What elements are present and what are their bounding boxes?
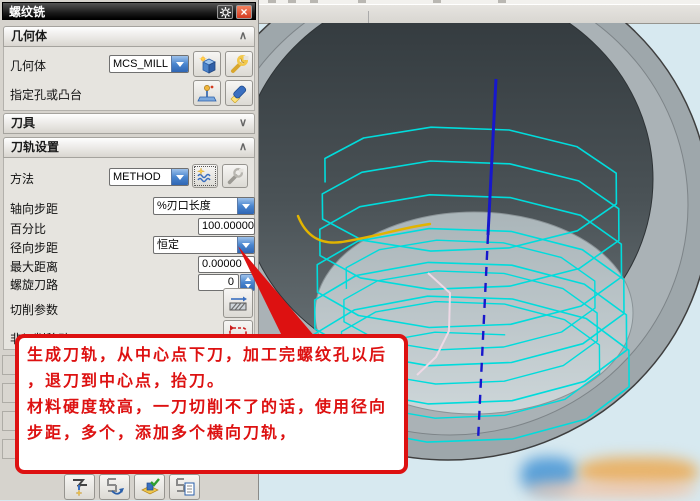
new-geometry-icon	[197, 54, 217, 74]
dropdown-arrow-icon[interactable]	[237, 198, 254, 214]
max-distance-label: 最大距离	[10, 258, 58, 275]
flashlight-icon	[229, 83, 249, 103]
dropdown-arrow-icon[interactable]	[171, 169, 188, 185]
specify-hole-button[interactable]	[193, 80, 221, 106]
radial-step-label: 径向步距	[10, 239, 58, 256]
new-geometry-button[interactable]	[193, 51, 221, 77]
new-method-button[interactable]	[192, 164, 218, 188]
cutting-params-label: 切削参数	[10, 301, 58, 318]
section-header-geometry[interactable]: 几何体 ∧	[3, 26, 255, 47]
replay-toolpath-button[interactable]	[99, 474, 130, 500]
specify-hole-label: 指定孔或凸台	[10, 86, 82, 103]
dropdown-arrow-icon[interactable]	[237, 237, 254, 253]
edit-method-button[interactable]	[222, 164, 248, 188]
select-object-icon	[197, 83, 217, 103]
generate-toolpath-icon	[69, 477, 91, 497]
edit-geometry-button[interactable]	[225, 51, 253, 77]
chevron-down-icon[interactable]: ∨	[239, 114, 247, 133]
list-toolpath-icon	[174, 477, 196, 497]
callout-line: 生成刀轨，从中心点下刀，加工完螺纹孔以后	[27, 343, 396, 369]
replay-toolpath-icon	[104, 477, 126, 497]
helical-passes-label: 螺旋刀路	[10, 276, 58, 293]
geometry-select[interactable]: MCS_MILL	[109, 55, 189, 73]
watermark-text-2	[528, 481, 696, 499]
callout-line: 步距，多个，添加多个横向刀轨，	[27, 421, 396, 447]
axial-step-label: 轴向步距	[10, 200, 58, 217]
verify-toolpath-button[interactable]	[134, 474, 165, 500]
section-header-tool[interactable]: 刀具 ∨	[3, 113, 255, 134]
dialog-settings-button[interactable]	[217, 5, 233, 19]
method-label: 方法	[10, 170, 34, 187]
percent-input[interactable]: 100.00000	[198, 218, 255, 235]
dialog-title: 螺纹铣	[9, 5, 45, 19]
toolbar-band	[258, 4, 700, 24]
hidden-section-stub	[2, 355, 15, 375]
chevron-up-icon[interactable]: ∧	[239, 138, 247, 157]
verify-toolpath-icon	[139, 477, 161, 497]
list-toolpath-button[interactable]	[169, 474, 200, 500]
section-body-geometry: 几何体 MCS_MILL 指定孔或凸台	[3, 47, 255, 111]
method-select[interactable]: METHOD	[109, 168, 189, 186]
geometry-label: 几何体	[10, 57, 46, 74]
dialog-titlebar[interactable]: 螺纹铣 ×	[2, 2, 256, 20]
generate-toolpath-button[interactable]	[64, 474, 95, 500]
callout-line: ，退刀到中心点，抬刀。	[27, 369, 396, 395]
hidden-section-stub	[2, 439, 15, 459]
annotation-callout: 生成刀轨，从中心点下刀，加工完螺纹孔以后 ，退刀到中心点，抬刀。 材料硬度较高，…	[15, 334, 408, 474]
max-distance-input[interactable]: 0.00000	[198, 256, 255, 273]
hidden-section-stub	[2, 383, 15, 403]
chevron-up-icon[interactable]: ∧	[239, 27, 247, 46]
cutting-params-icon	[227, 292, 249, 314]
dialog-close-button[interactable]: ×	[236, 5, 252, 19]
highlight-button[interactable]	[225, 80, 253, 106]
dropdown-arrow-icon[interactable]	[171, 56, 188, 72]
wrench-icon	[229, 54, 249, 74]
cutting-params-button[interactable]	[223, 288, 253, 318]
gear-icon	[220, 7, 231, 18]
close-icon: ×	[240, 6, 247, 18]
new-method-icon	[196, 167, 214, 185]
section-body-path-settings: 方法 METHOD 轴向步距 %刃口长度 百分比 100.00	[3, 158, 255, 350]
axial-step-select[interactable]: %刃口长度	[153, 197, 255, 215]
spinner-up-icon	[245, 277, 251, 281]
percent-label: 百分比	[10, 220, 46, 237]
radial-step-select[interactable]: 恒定	[153, 236, 255, 254]
callout-line: 材料硬度较高，一刀切削不了的话，使用径向	[27, 395, 396, 421]
wrench-disabled-icon	[226, 167, 244, 185]
section-header-path-settings[interactable]: 刀轨设置 ∧	[3, 137, 255, 158]
hidden-section-stub	[2, 411, 15, 431]
